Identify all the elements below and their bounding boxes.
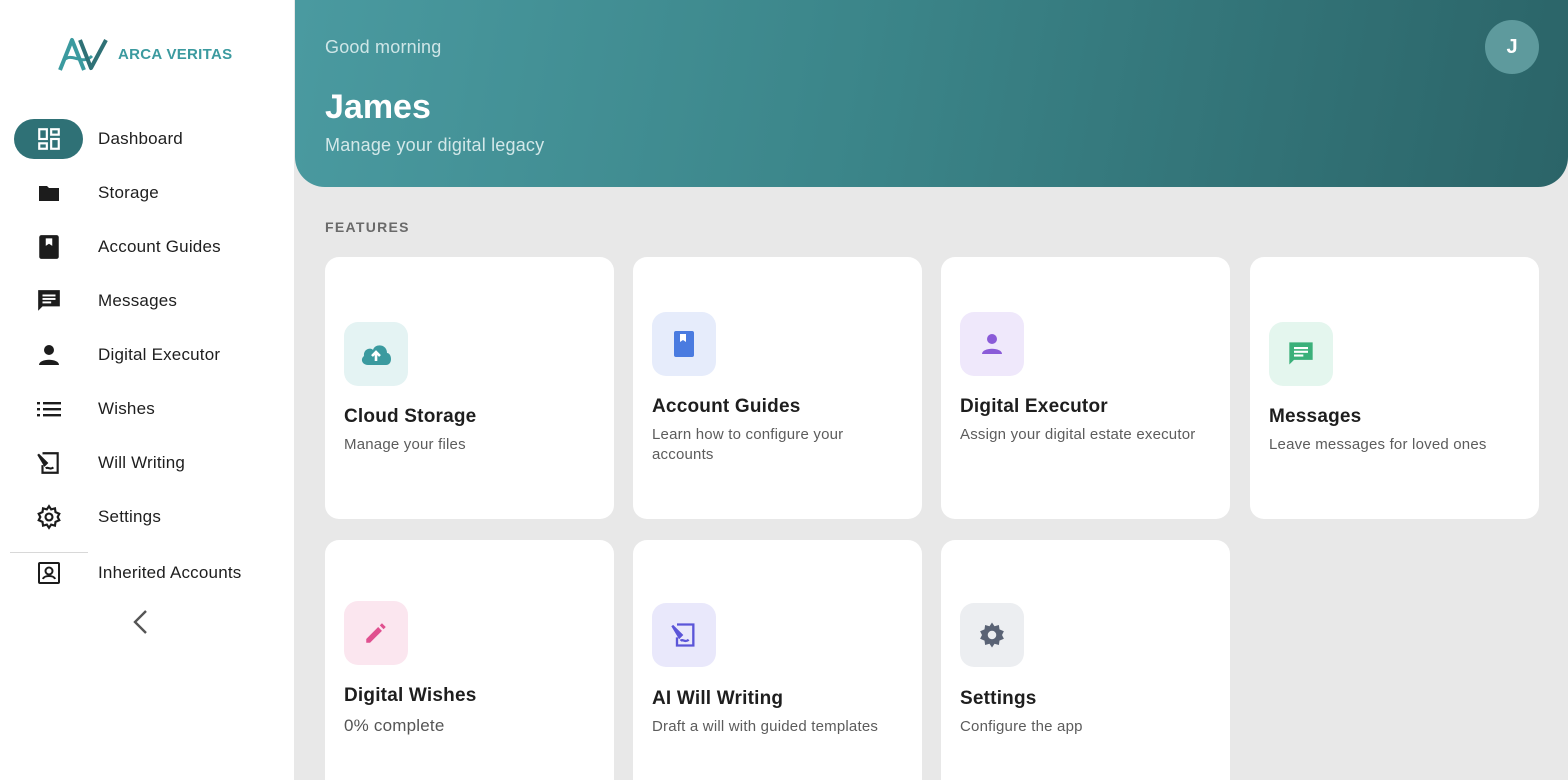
card-description: Manage your files	[344, 436, 466, 453]
sidebar-item-label: Storage	[98, 183, 159, 202]
card-description: Learn how to configure your accounts	[652, 426, 844, 463]
document-sign-icon	[652, 603, 716, 667]
account-box-icon	[14, 553, 83, 593]
feature-card-digital-executor[interactable]: Digital Executor Assign your digital est…	[941, 257, 1230, 519]
gear-icon	[960, 603, 1024, 667]
book-icon	[652, 312, 716, 376]
card-title: Settings	[960, 688, 1037, 709]
sidebar-item-label: Wishes	[98, 399, 155, 418]
avatar[interactable]: J	[1485, 20, 1539, 74]
brand-logo[interactable]: ARCA VERITAS	[58, 36, 232, 72]
folder-icon	[14, 173, 83, 213]
sidebar-item-wishes[interactable]: Wishes	[14, 389, 284, 429]
sidebar-item-dashboard[interactable]: Dashboard	[14, 119, 284, 159]
feature-card-settings[interactable]: Settings Configure the app	[941, 540, 1230, 780]
sidebar-item-will-writing[interactable]: Will Writing	[14, 443, 284, 483]
chevron-left-icon	[133, 610, 147, 634]
pencil-icon	[344, 601, 408, 665]
header-tagline: Manage your digital legacy	[325, 135, 545, 155]
gear-icon	[14, 497, 83, 537]
arca-veritas-logo-icon	[58, 38, 108, 71]
person-icon	[960, 312, 1024, 376]
chat-icon	[14, 281, 83, 321]
sidebar-item-label: Inherited Accounts	[98, 563, 242, 582]
welcome-header: Good morning James Manage your digital l…	[295, 0, 1568, 187]
person-icon	[14, 335, 83, 375]
card-title: Account Guides	[652, 396, 801, 417]
sidebar-item-digital-executor[interactable]: Digital Executor	[14, 335, 284, 375]
card-title: Digital Executor	[960, 396, 1108, 417]
feature-card-ai-will-writing[interactable]: AI Will Writing Draft a will with guided…	[633, 540, 922, 780]
document-sign-icon	[14, 443, 83, 483]
sidebar-item-settings[interactable]: Settings	[14, 497, 284, 537]
feature-card-digital-wishes[interactable]: Digital Wishes 0% complete	[325, 540, 614, 780]
sidebar-item-storage[interactable]: Storage	[14, 173, 284, 213]
sidebar-item-inherited-accounts[interactable]: Inherited Accounts	[14, 553, 284, 593]
card-description: Draft a will with guided templates	[652, 718, 879, 735]
feature-card-messages[interactable]: Messages Leave messages for loved ones	[1250, 257, 1539, 519]
sidebar-item-label: Messages	[98, 291, 178, 310]
card-title: Cloud Storage	[344, 406, 477, 427]
sidebar-collapse-button[interactable]	[126, 606, 154, 638]
user-name: James	[325, 88, 431, 126]
card-title: Digital Wishes	[344, 685, 477, 706]
sidebar-item-label: Account Guides	[98, 237, 221, 256]
brand-name: ARCA VERITAS	[118, 45, 233, 63]
card-description: Leave messages for loved ones	[1269, 436, 1487, 453]
greeting-text: Good morning	[325, 37, 442, 57]
sidebar-item-account-guides[interactable]: Account Guides	[14, 227, 284, 267]
card-description: 0% complete	[344, 716, 445, 735]
list-icon	[14, 389, 83, 429]
message-icon	[1269, 322, 1333, 386]
sidebar-item-label: Digital Executor	[98, 345, 221, 364]
sidebar-item-label: Will Writing	[98, 453, 186, 472]
sidebar-item-label: Dashboard	[98, 129, 183, 148]
cloud-upload-icon	[344, 322, 408, 386]
feature-card-account-guides[interactable]: Account Guides Learn how to configure yo…	[633, 257, 922, 519]
sidebar-item-label: Settings	[98, 507, 162, 526]
sidebar: ARCA VERITAS Dashboard Storage Account G…	[0, 0, 294, 780]
card-title: AI Will Writing	[652, 688, 784, 709]
card-description: Assign your digital estate executor	[960, 426, 1196, 443]
feature-card-cloud-storage[interactable]: Cloud Storage Manage your files	[325, 257, 614, 519]
bookmark-book-icon	[14, 227, 83, 267]
dashboard-icon	[14, 119, 83, 159]
card-title: Messages	[1269, 406, 1362, 427]
sidebar-item-messages[interactable]: Messages	[14, 281, 284, 321]
section-title: FEATURES	[325, 219, 410, 235]
card-description: Configure the app	[960, 718, 1083, 735]
